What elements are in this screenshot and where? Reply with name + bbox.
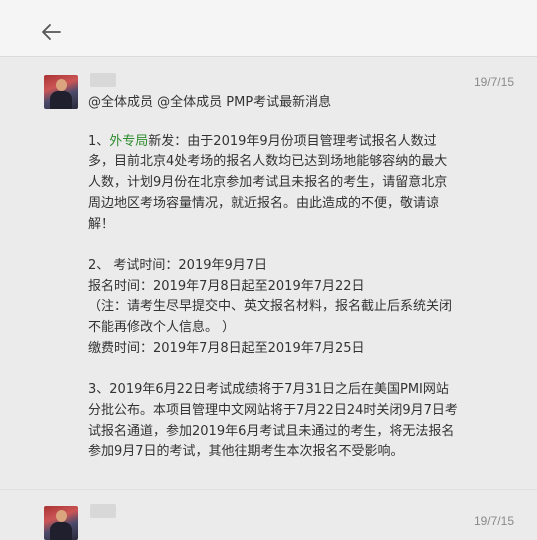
message-timestamp: 19/7/15 — [473, 514, 514, 528]
chat-message: 19/7/15 — [0, 489, 537, 540]
chat-message: 19/7/15 @全体成员 @全体成员 PMP考试最新消息 1、外专局新发：由于… — [0, 57, 537, 489]
message-content: @全体成员 @全体成员 PMP考试最新消息 1、外专局新发：由于2019年9月份… — [88, 93, 458, 463]
payment-date-line: 缴费时间：2019年7月8日起至2019年7月25日 — [88, 340, 365, 356]
avatar[interactable] — [44, 75, 78, 109]
message-timestamp: 19/7/15 — [473, 75, 514, 89]
link-waizhuanju[interactable]: 外专局 — [109, 134, 148, 149]
arrow-left-icon — [42, 24, 61, 40]
exam-date-line: 2、 考试时间：2019年9月7日 — [88, 257, 268, 273]
paragraph-3: 3、2019年6月22日考试成绩将于7月31日之后在美国PMI网站分批公布。本项… — [88, 382, 458, 460]
top-bar — [0, 0, 537, 57]
note-line: （注：请考生尽早提交中、英文报名材料，报名截止后系统关闭不能再修改个人信息。 ） — [88, 299, 453, 336]
mention-header: @全体成员 @全体成员 PMP考试最新消息 — [88, 95, 332, 110]
sender-name-redacted — [90, 73, 116, 87]
registration-date-line: 报名时间：2019年7月8日起至2019年7月22日 — [88, 278, 365, 294]
paragraph-1: 1、外专局新发：由于2019年9月份项目管理考试报名人数过多，目前北京4处考场的… — [88, 133, 448, 232]
back-button[interactable] — [38, 18, 66, 46]
sender-name-redacted — [90, 504, 116, 518]
avatar[interactable] — [44, 506, 78, 540]
